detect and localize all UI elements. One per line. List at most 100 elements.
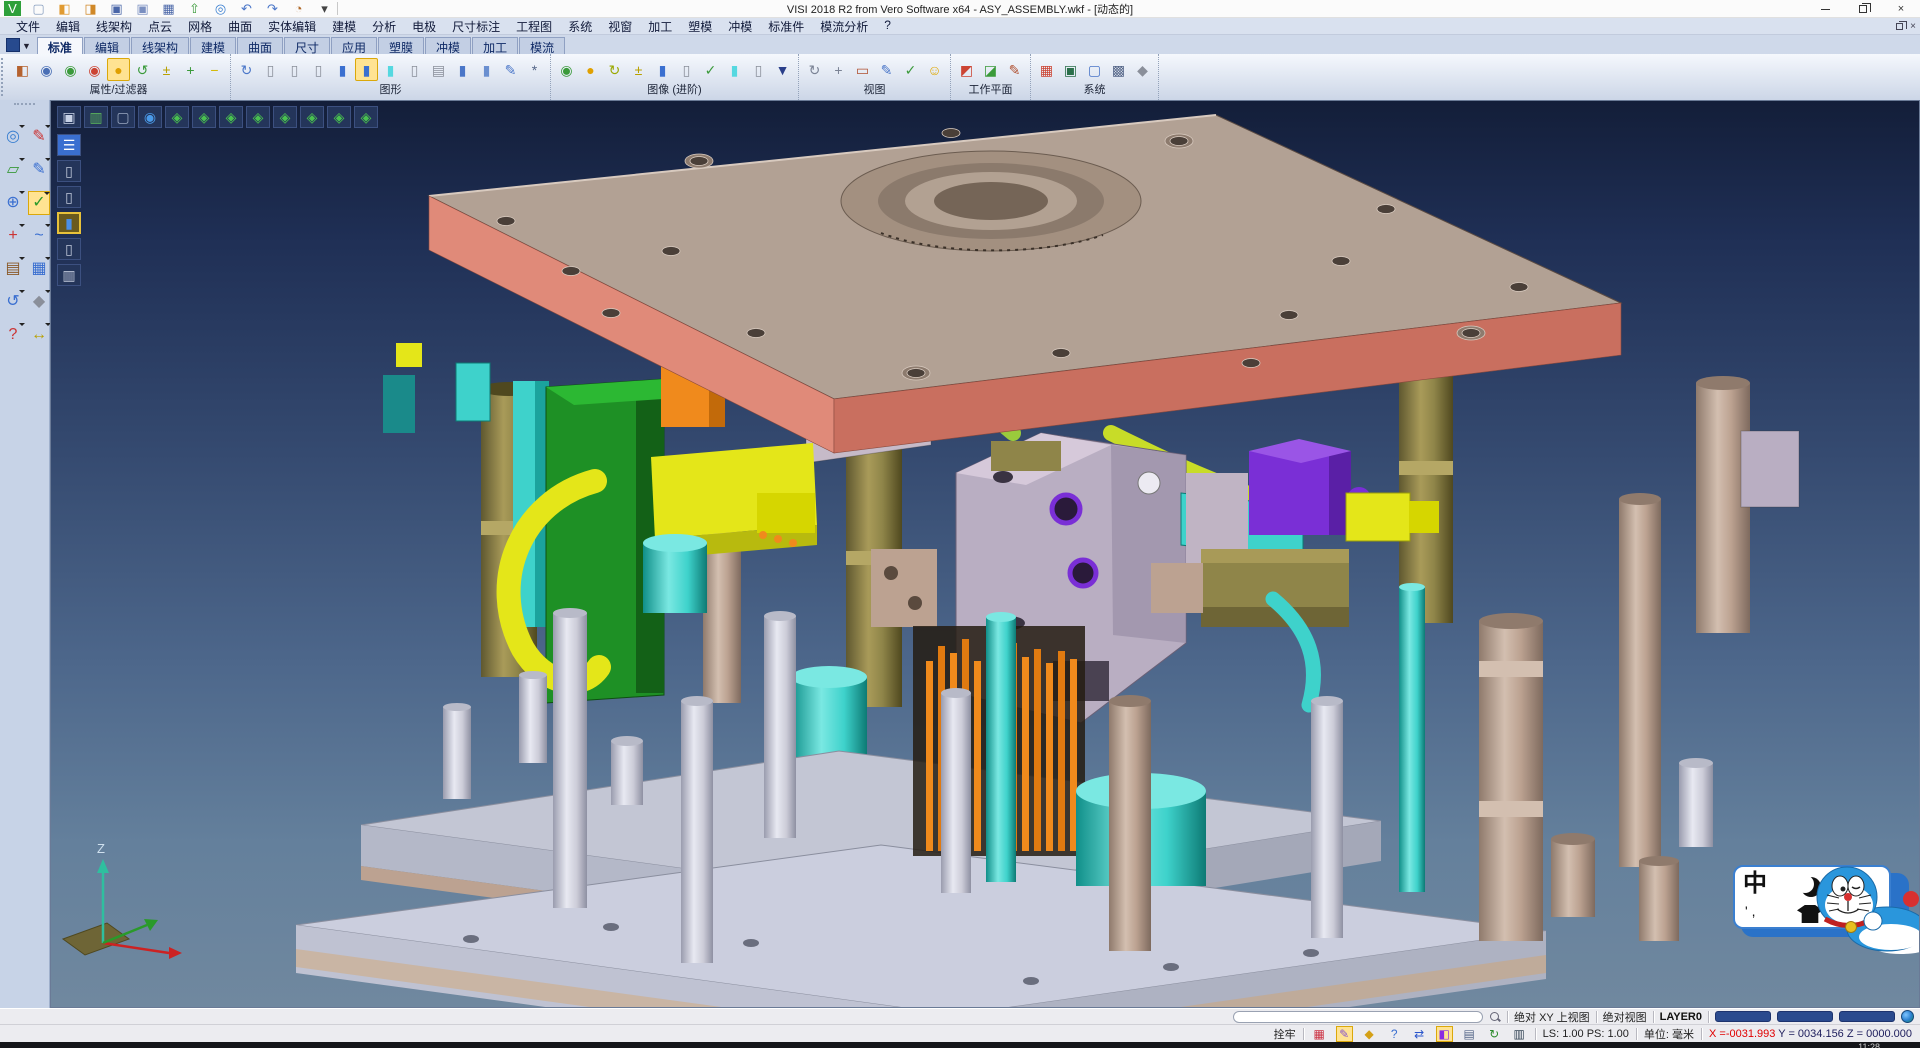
- undo-icon[interactable]: ↶: [238, 1, 255, 16]
- ime-language-button[interactable]: 中: [1743, 870, 1767, 897]
- advanced-filter-icon[interactable]: ◉: [555, 58, 578, 81]
- help-icon[interactable]: ?: [2, 323, 24, 347]
- filter-refresh-icon[interactable]: ↺: [131, 58, 154, 81]
- menu-item[interactable]: 系统: [560, 18, 600, 35]
- system-box-icon[interactable]: ◆: [1131, 58, 1154, 81]
- view-cube-dimetric-icon[interactable]: ◈: [354, 106, 378, 128]
- shaded-solid-icon[interactable]: ▮: [331, 58, 354, 81]
- graphics-tools-icon[interactable]: *: [523, 58, 546, 81]
- system-monitor-icon[interactable]: ▣: [1059, 58, 1082, 81]
- toolbar-tab[interactable]: 冲模: [425, 37, 471, 54]
- workplane-create-icon[interactable]: ◩: [955, 58, 978, 81]
- toolbar-tab[interactable]: 应用: [331, 37, 377, 54]
- menu-item[interactable]: 实体编辑: [260, 18, 324, 35]
- delete-graphics-icon[interactable]: ▮: [451, 58, 474, 81]
- attributes-palette-icon[interactable]: ◧: [11, 58, 34, 81]
- toolbar-tab[interactable]: 塑膜: [378, 37, 424, 54]
- minimize-button[interactable]: [1806, 0, 1844, 18]
- menu-item[interactable]: 分析: [364, 18, 404, 35]
- search-input[interactable]: [1233, 1011, 1483, 1023]
- edit-curve-icon[interactable]: ✎: [28, 158, 50, 182]
- view-check-icon[interactable]: ✓: [899, 58, 922, 81]
- view-ruler-icon[interactable]: ▭: [851, 58, 874, 81]
- copy-attributes-icon[interactable]: ◉: [35, 58, 58, 81]
- filter-remove-icon[interactable]: ◉: [83, 58, 106, 81]
- toolbar-tab[interactable]: 建模: [190, 37, 236, 54]
- view-cube-bottom-icon[interactable]: ◈: [327, 106, 351, 128]
- surface-corners-icon[interactable]: ▱: [2, 158, 24, 182]
- ucs-axes-icon[interactable]: +: [2, 224, 24, 248]
- delete-entity-icon[interactable]: ✎: [28, 125, 50, 149]
- find-entity-icon[interactable]: ◎: [2, 125, 24, 149]
- menu-item[interactable]: 视窗: [600, 18, 640, 35]
- view-rotate-icon[interactable]: ↻: [803, 58, 826, 81]
- render-translucent-icon[interactable]: ▮: [723, 58, 746, 81]
- menu-item[interactable]: 曲面: [220, 18, 260, 35]
- view-cube-top-icon[interactable]: ◈: [300, 106, 324, 128]
- visi-logo[interactable]: V: [4, 1, 21, 16]
- attributes-stack-icon[interactable]: ▤: [2, 257, 24, 281]
- advanced-plusminus-icon[interactable]: ±: [627, 58, 650, 81]
- display-mode-icon[interactable]: ▣: [57, 106, 81, 128]
- preview-icon[interactable]: ◎: [212, 1, 229, 16]
- view-cube-iso-icon[interactable]: ◈: [165, 106, 189, 128]
- menu-item[interactable]: 加工: [640, 18, 680, 35]
- import-file-icon[interactable]: ◨: [82, 1, 99, 16]
- translucent-solid-icon[interactable]: ▮: [379, 58, 402, 81]
- mdi-restore-button[interactable]: [1896, 23, 1903, 30]
- dynamic-move-icon[interactable]: ⇄: [1411, 1026, 1428, 1042]
- menu-item[interactable]: 标准件: [760, 18, 812, 35]
- plot-icon[interactable]: ⇧: [186, 1, 203, 16]
- sidebar-grip[interactable]: [14, 103, 35, 108]
- ghost-cylinder-icon[interactable]: ▯: [307, 58, 330, 81]
- ime-punctuation-button[interactable]: ',: [1745, 903, 1760, 919]
- save-icon[interactable]: ▣: [108, 1, 125, 16]
- hidden-line-cylinder-icon[interactable]: ▯: [283, 58, 306, 81]
- view-pan-icon[interactable]: +: [827, 58, 850, 81]
- snap-grid-icon[interactable]: ▦: [1311, 1026, 1328, 1042]
- layer-menu-icon[interactable]: ☰: [57, 134, 81, 156]
- toolbar-tab[interactable]: 编辑: [84, 37, 130, 54]
- menu-item[interactable]: 网格: [180, 18, 220, 35]
- menu-item[interactable]: 编辑: [48, 18, 88, 35]
- menu-item[interactable]: ?: [876, 18, 899, 35]
- tab-strip-dropdown-icon[interactable]: ▼: [22, 41, 31, 51]
- toolbar-grip[interactable]: [1, 58, 6, 96]
- render-cone-icon[interactable]: ▼: [771, 58, 794, 81]
- selection-filter-icon[interactable]: ●: [107, 58, 130, 81]
- render-check-icon[interactable]: ✓: [699, 58, 722, 81]
- menu-item[interactable]: 文件: [8, 18, 48, 35]
- toolbar-tab[interactable]: 标准: [37, 37, 83, 54]
- context-help-icon[interactable]: ?: [1386, 1026, 1403, 1042]
- active-layer-label[interactable]: LAYER0: [1660, 1011, 1702, 1023]
- hide-entities-icon[interactable]: −: [203, 58, 226, 81]
- viewport-canvas[interactable]: Z ▣▥▢◉◈◈◈◈◈◈◈◈ ☰▯▯▮▯▥ 中 ',: [50, 100, 1920, 1008]
- toolbar-tab[interactable]: 模流: [519, 37, 565, 54]
- view-sketch-icon[interactable]: ✎: [875, 58, 898, 81]
- shading-mode-icon[interactable]: ▥: [84, 106, 108, 128]
- edit-graphics-icon[interactable]: ✎: [499, 58, 522, 81]
- open-file-icon[interactable]: ◧: [56, 1, 73, 16]
- absolute-view-label[interactable]: 绝对视图: [1603, 1009, 1647, 1025]
- menu-item[interactable]: 冲模: [720, 18, 760, 35]
- menu-item[interactable]: 电极: [404, 18, 444, 35]
- menu-item[interactable]: 工程图: [508, 18, 560, 35]
- view-cube-back-icon[interactable]: ◈: [219, 106, 243, 128]
- workplane-align-icon[interactable]: ◪: [979, 58, 1002, 81]
- dynamic-cube-icon[interactable]: ◧: [1436, 1026, 1453, 1042]
- window-panes-icon[interactable]: ▦: [28, 257, 50, 281]
- layer-color-swatch[interactable]: [1839, 1011, 1895, 1022]
- lock-label[interactable]: 拴牢: [1274, 1026, 1296, 1042]
- advanced-refresh-icon[interactable]: ↻: [603, 58, 626, 81]
- multi-view-icon[interactable]: ▥: [1511, 1026, 1528, 1042]
- filter-add-icon[interactable]: ◉: [59, 58, 82, 81]
- zoom-elements-icon[interactable]: ⊕: [2, 191, 24, 215]
- view-cube-left-icon[interactable]: ◈: [246, 106, 270, 128]
- menu-item[interactable]: 建模: [324, 18, 364, 35]
- system-palette-icon[interactable]: ▦: [1035, 58, 1058, 81]
- view-cube-front-icon[interactable]: ◈: [192, 106, 216, 128]
- save-all-icon[interactable]: ▦: [160, 1, 177, 16]
- wireframe-cylinder-icon[interactable]: ▯: [259, 58, 282, 81]
- system-grid-icon[interactable]: ▩: [1107, 58, 1130, 81]
- view-cube-right-icon[interactable]: ◈: [273, 106, 297, 128]
